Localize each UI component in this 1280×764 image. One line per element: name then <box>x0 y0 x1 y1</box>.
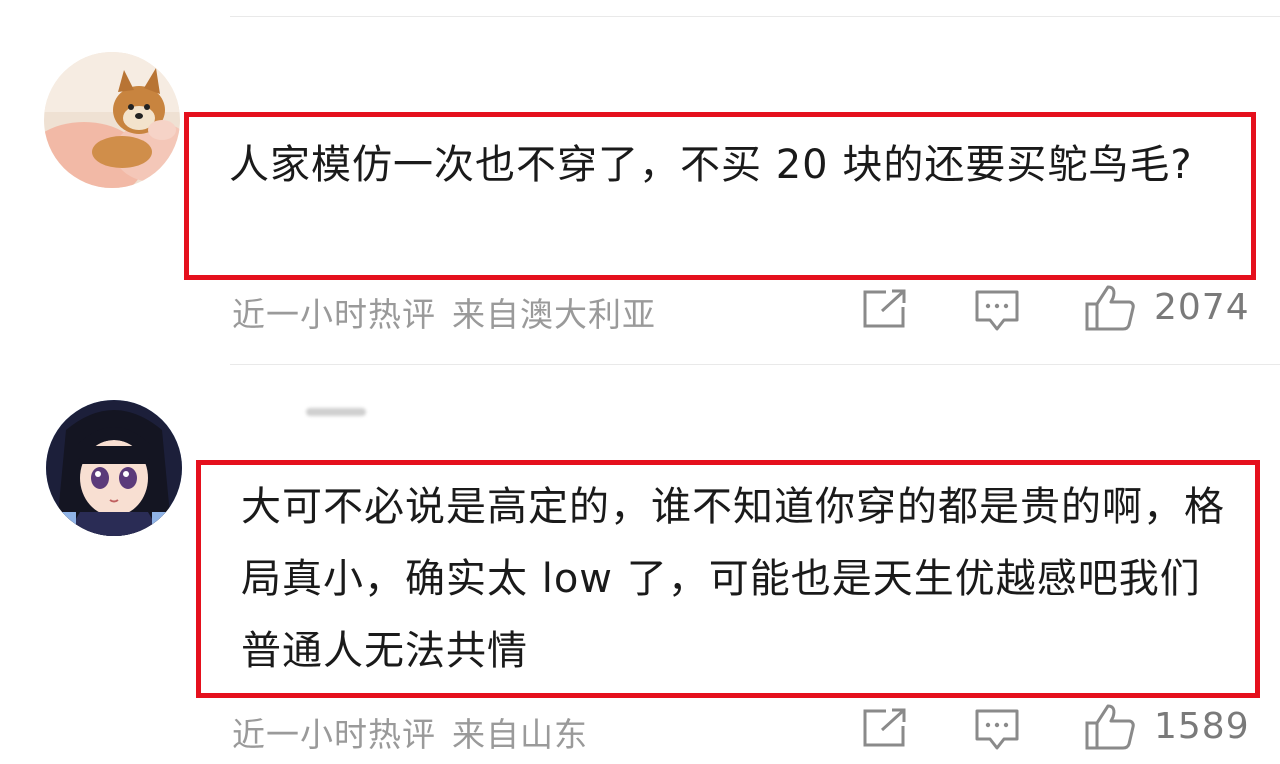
comment-meta: 近一小时热评 来自澳大利亚 <box>232 288 656 336</box>
like-count: 2074 <box>1154 287 1250 328</box>
comment-time: 近一小时热评 <box>232 295 436 334</box>
comment-text-box: 人家模仿一次也不穿了，不买 20 块的还要买鸵鸟毛? <box>184 112 1256 280</box>
comment-location: 来自山东 <box>452 715 588 754</box>
divider <box>230 364 1280 365</box>
shiba-dog-avatar <box>44 52 180 188</box>
avatar[interactable] <box>44 52 180 188</box>
comment-meta: 近一小时热评 来自山东 <box>232 708 588 756</box>
username-redacted <box>306 408 366 416</box>
comment-time: 近一小时热评 <box>232 715 436 754</box>
comment-text: 人家模仿一次也不穿了，不买 20 块的还要买鸵鸟毛? <box>229 142 1193 188</box>
comment-location: 来自澳大利亚 <box>452 295 656 334</box>
share-icon[interactable] <box>862 289 908 329</box>
comment-icon[interactable] <box>974 708 1020 752</box>
like-icon[interactable] <box>1084 703 1136 751</box>
like-icon[interactable] <box>1084 284 1136 332</box>
avatar[interactable] <box>46 400 182 536</box>
comment-text: 大可不必说是高定的，谁不知道你穿的都是贵的啊，格局真小，确实太 low 了，可能… <box>241 484 1225 674</box>
comment-text-box: 大可不必说是高定的，谁不知道你穿的都是贵的啊，格局真小，确实太 low 了，可能… <box>196 460 1260 698</box>
anime-girl-avatar <box>46 400 182 536</box>
like-count: 1589 <box>1154 706 1250 747</box>
comment-icon[interactable] <box>974 289 1020 333</box>
divider <box>230 16 1280 17</box>
share-icon[interactable] <box>862 708 908 748</box>
